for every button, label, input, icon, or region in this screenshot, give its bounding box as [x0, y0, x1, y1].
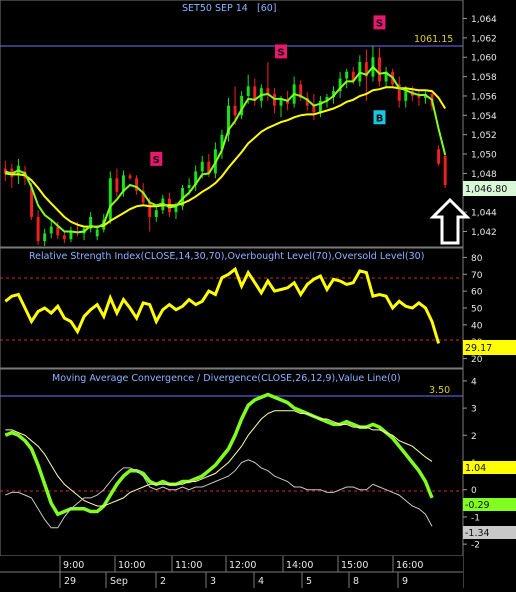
candle-body [56, 226, 60, 236]
date-label: 4 [258, 576, 264, 587]
macd-tick-label: 2 [471, 432, 477, 442]
resistance-label: 1061.15 [414, 34, 453, 45]
candle-body [404, 91, 408, 101]
candle-body [378, 57, 381, 82]
price-tick-label: 1,044 [471, 209, 497, 219]
macd-tick-label: 0 [471, 486, 477, 496]
hour-label: 11:00 [175, 560, 202, 571]
rsi-tick-label: 40 [471, 321, 483, 331]
candle-body [200, 161, 204, 172]
price-tick-label: 1,050 [471, 151, 497, 161]
macd-panel-frame [0, 368, 464, 557]
macd-panel-title: Moving Average Convergence / Divergence(… [52, 373, 401, 384]
candle-body [49, 226, 53, 234]
price-tick-label: 1,048 [471, 170, 497, 180]
candle-body [187, 185, 191, 188]
candle-body [108, 178, 112, 220]
signal-label: S [376, 18, 383, 29]
rsi-tick-label: 50 [471, 305, 483, 315]
date-label: 8 [353, 576, 359, 587]
hour-label: 15:00 [341, 560, 368, 571]
price-tick-label: 1,054 [471, 112, 497, 122]
price-tick-label: 1,058 [471, 73, 497, 83]
candle-body [154, 210, 158, 217]
hour-label: 9:00 [63, 560, 84, 571]
candle-body [417, 95, 421, 98]
price-tick-label: 1,060 [471, 54, 497, 64]
rsi-tick-label: 20 [471, 355, 483, 365]
candle-body [128, 175, 132, 179]
hour-label: 10:00 [118, 560, 145, 571]
price-tick-label: 1,042 [471, 228, 497, 238]
candle-body [312, 105, 316, 113]
candle-body [62, 235, 66, 240]
signal-label: B [376, 113, 384, 124]
price-tick-label: 1,062 [471, 34, 497, 44]
price-panel-frame [0, 0, 464, 248]
date-label: 9 [402, 576, 408, 587]
macd-signal-label: 1.04 [465, 463, 486, 474]
date-label: 29 [64, 576, 76, 587]
date-label: 2 [160, 576, 166, 587]
signal-label: S [277, 47, 284, 58]
macd-tick-label: 3 [471, 405, 477, 415]
candle-body [345, 71, 349, 79]
rsi-value-label: 29.17 [465, 343, 492, 354]
hour-label: 14:00 [286, 560, 313, 571]
hour-label: 16:00 [396, 560, 423, 571]
candle-body [148, 202, 152, 217]
rsi-panel-title: Relative Strength Index(CLOSE,14,30,70),… [29, 251, 424, 262]
macd-tick-label: 4 [471, 377, 477, 387]
candle-body [115, 178, 119, 192]
candle-body [246, 86, 250, 96]
candle-body [95, 229, 99, 237]
price-panel-interval: [60] [257, 3, 277, 14]
candle-body [36, 216, 40, 242]
price-panel-title: SET50 SEP 14 [182, 3, 248, 14]
last-price-label: 1,046.80 [465, 184, 507, 195]
rsi-tick-label: 80 [471, 254, 483, 264]
candle-body [437, 149, 441, 164]
macd-value-line-label: 3.50 [429, 385, 450, 396]
rsi-tick-label: 70 [471, 271, 483, 281]
price-tick-label: 1,052 [471, 131, 497, 141]
candle-body [279, 99, 283, 106]
signal-label: S [153, 155, 160, 166]
price-tick-label: 1,056 [471, 92, 497, 102]
hour-label: 12:00 [229, 560, 256, 571]
chart-window: S S S B SET50 SEP 14 [60] Relative Strength… [0, 0, 516, 588]
candle-body [233, 105, 237, 116]
candle-body [43, 233, 47, 242]
date-label: 5 [306, 576, 312, 587]
price-axis: 1,064 1,062 1,060 1,058 1,056 1,054 1,052 1,050… [463, 15, 497, 238]
date-label: Sep [110, 576, 128, 587]
macd-hist-label: -1.34 [465, 528, 490, 539]
rsi-tick-label: 60 [471, 288, 483, 298]
chart-canvas: S S S B SET50 SEP 14 [60] Relative Strength… [0, 0, 516, 588]
macd-line-label: -0.29 [465, 500, 490, 511]
macd-tick-label: -2 [471, 541, 480, 551]
candle-body [443, 155, 447, 186]
price-tick-label: 1,064 [471, 15, 497, 25]
macd-tick-label: -1 [471, 513, 480, 523]
date-label: 3 [210, 576, 216, 587]
